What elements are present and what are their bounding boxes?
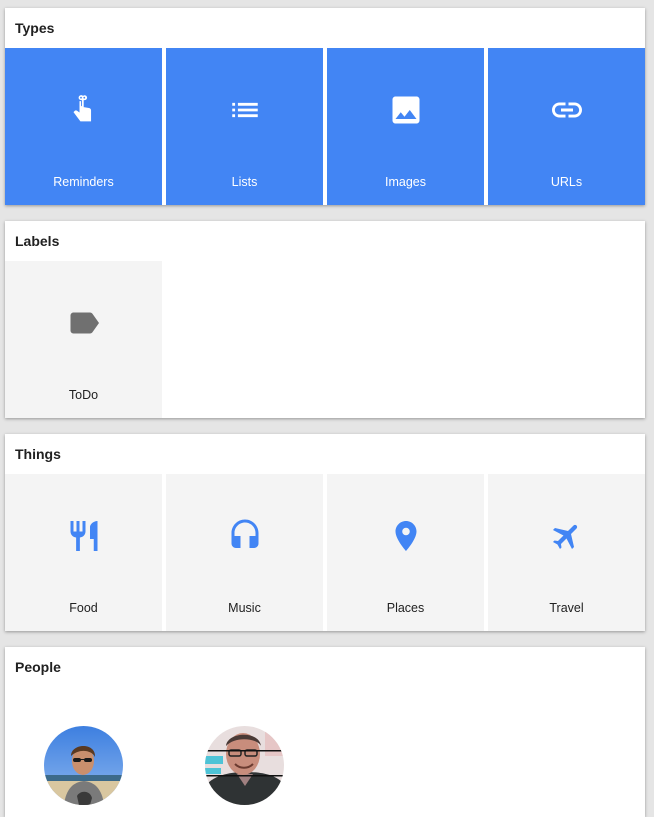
reminder-finger-icon xyxy=(66,92,102,128)
type-label-lists: Lists xyxy=(231,175,258,189)
type-tile-images[interactable]: Images xyxy=(327,48,484,205)
types-title: Types xyxy=(15,20,55,36)
thing-tile-travel[interactable]: Travel xyxy=(488,474,645,631)
person-avatar-1[interactable] xyxy=(44,726,123,805)
airplane-icon xyxy=(549,518,585,554)
headphones-icon xyxy=(227,518,263,554)
image-icon xyxy=(388,92,424,128)
things-card: Things Food Music Places Travel xyxy=(5,434,645,631)
people-card: People xyxy=(5,647,645,817)
link-icon xyxy=(549,92,585,128)
label-tile-todo[interactable]: ToDo xyxy=(5,261,162,418)
labels-card: Labels ToDo xyxy=(5,221,645,418)
type-label-reminders: Reminders xyxy=(53,175,114,189)
list-icon xyxy=(227,92,263,128)
restaurant-icon xyxy=(66,518,102,554)
type-tile-lists[interactable]: Lists xyxy=(166,48,323,205)
type-label-urls: URLs xyxy=(550,175,583,189)
types-card: Types Reminders Lists Images URLs xyxy=(5,8,645,205)
thing-tile-places[interactable]: Places xyxy=(327,474,484,631)
thing-label-music: Music xyxy=(228,601,261,615)
type-tile-urls[interactable]: URLs xyxy=(488,48,645,205)
labels-title: Labels xyxy=(15,233,60,249)
label-tag-icon xyxy=(66,305,102,341)
place-pin-icon xyxy=(388,518,424,554)
thing-tile-food[interactable]: Food xyxy=(5,474,162,631)
thing-label-food: Food xyxy=(69,601,98,615)
type-tile-reminders[interactable]: Reminders xyxy=(5,48,162,205)
label-label-todo: ToDo xyxy=(68,388,99,402)
person-avatar-2[interactable] xyxy=(205,726,284,805)
thing-label-places: Places xyxy=(386,601,425,615)
things-title: Things xyxy=(15,446,61,462)
type-label-images: Images xyxy=(385,175,426,189)
thing-tile-music[interactable]: Music xyxy=(166,474,323,631)
thing-label-travel: Travel xyxy=(549,601,584,615)
